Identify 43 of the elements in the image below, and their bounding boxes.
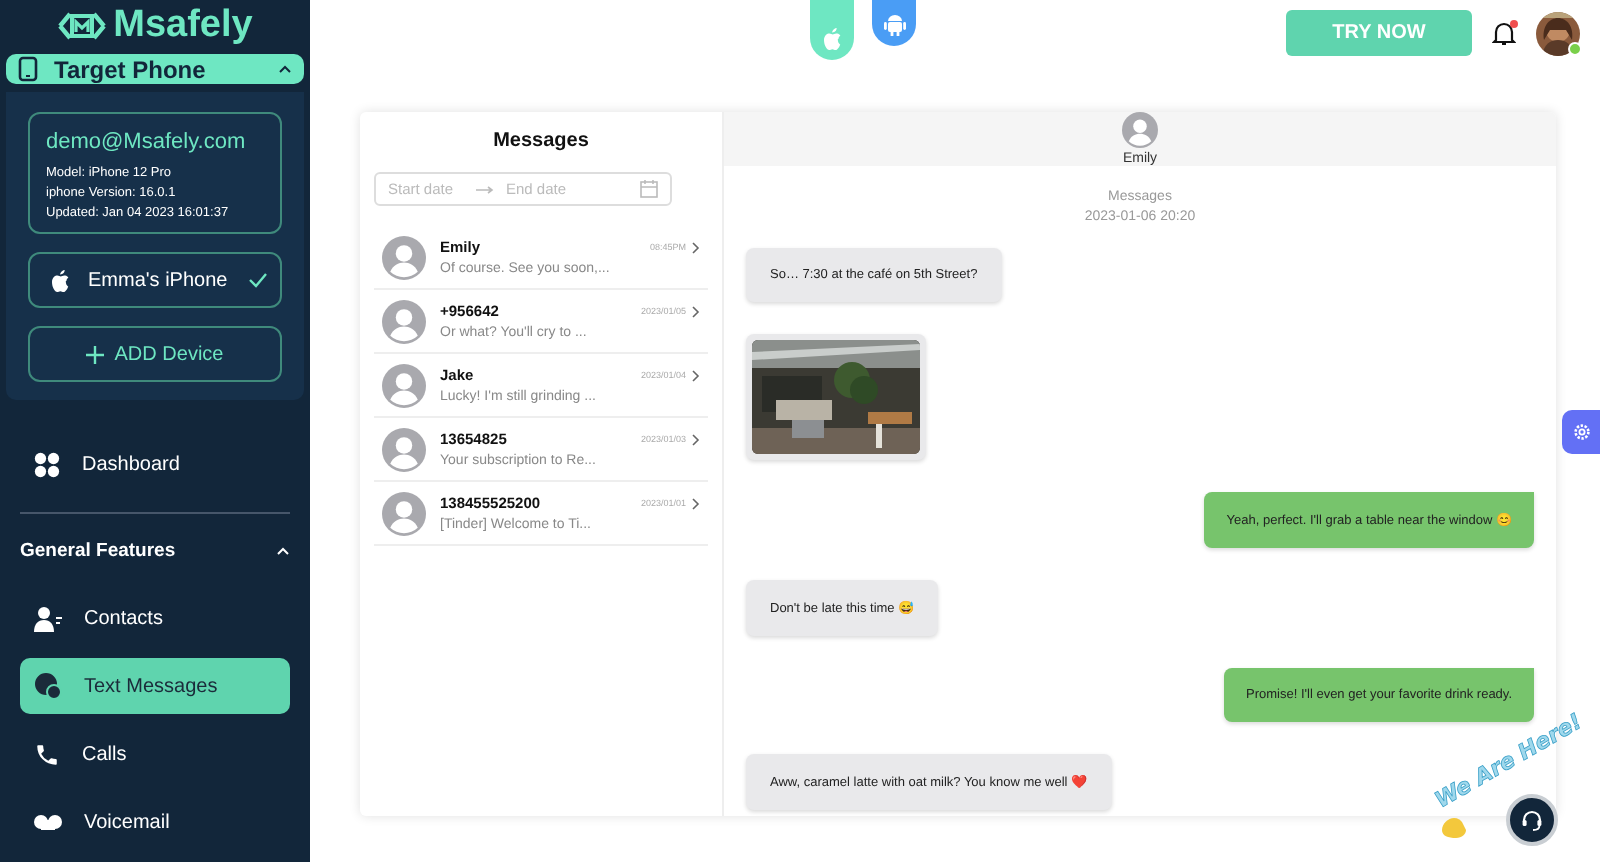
- dashboard-icon: [34, 451, 60, 477]
- chevron-icon: [278, 64, 292, 75]
- avatar-icon: [382, 427, 426, 471]
- chevron-icon: [276, 545, 290, 555]
- nav-item[interactable]: Text Messages: [20, 658, 290, 714]
- chevron-icon: [692, 369, 700, 381]
- platform-tab[interactable]: [872, 0, 916, 46]
- calendar-icon: [640, 180, 658, 198]
- phone-icon: [34, 741, 60, 767]
- nav-item[interactable]: Calls: [20, 726, 290, 782]
- nav-item[interactable]: Dashboard: [20, 436, 290, 492]
- apple-icon: [822, 26, 842, 50]
- nav-item[interactable]: Voicemail: [20, 794, 290, 850]
- add-device-button[interactable]: ADD Device: [28, 326, 282, 382]
- account-email: demo@Msafely.com: [46, 130, 248, 154]
- headset-icon: [1520, 808, 1544, 832]
- device-option[interactable]: Emma's iPhone: [28, 252, 282, 308]
- chat-bubble-icon: [34, 672, 62, 700]
- logo-icon: [57, 10, 106, 43]
- chevron-icon: [692, 433, 700, 445]
- settings-button[interactable]: [1562, 410, 1600, 454]
- avatar-icon: [382, 299, 426, 343]
- android-icon: [883, 12, 905, 36]
- apple-icon: [50, 268, 70, 292]
- chevron-icon: [692, 497, 700, 509]
- avatar-icon: [382, 363, 426, 407]
- chevron-icon: [692, 241, 700, 253]
- section-header[interactable]: General Features: [20, 534, 290, 566]
- support-button[interactable]: [1506, 794, 1558, 846]
- logo-name: Msafely: [113, 4, 253, 49]
- phone-icon: [18, 56, 38, 83]
- arrow-icon: [476, 185, 494, 193]
- panel-title: Messages: [491, 130, 591, 152]
- plus-icon: [86, 345, 105, 363]
- avatar-icon: [382, 235, 426, 279]
- voicemail-icon: [34, 814, 62, 830]
- person-icon: [34, 605, 62, 631]
- avatar-icon: [382, 491, 426, 535]
- nav-item[interactable]: Contacts: [20, 590, 290, 646]
- target-phone-toggle[interactable]: Target Phone: [6, 54, 304, 84]
- settings-icon: [1571, 422, 1591, 442]
- chevron-icon: [692, 305, 700, 317]
- bell-icon[interactable]: [1492, 20, 1516, 46]
